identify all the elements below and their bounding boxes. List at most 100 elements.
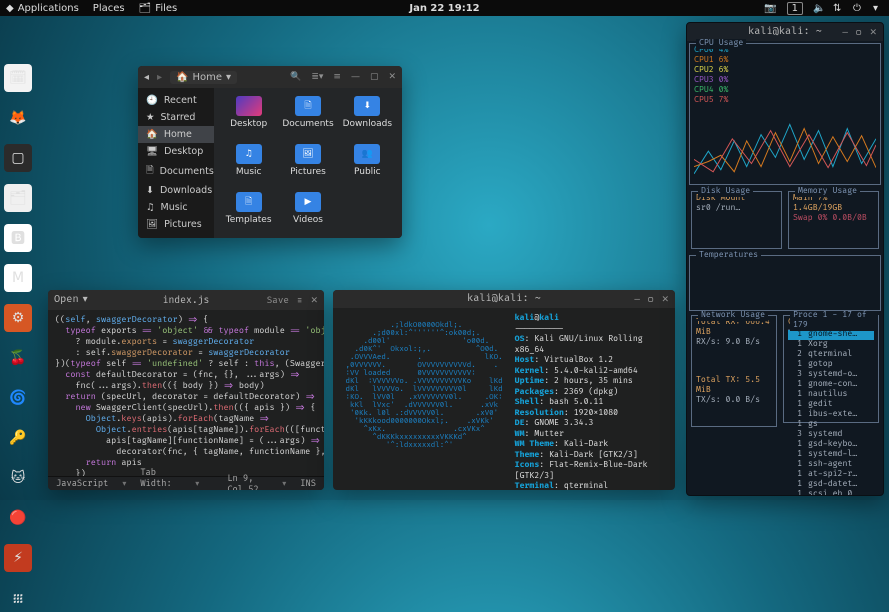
process-row[interactable]: 1gsd-keybo… <box>788 440 874 450</box>
close-icon[interactable]: ✕ <box>388 72 396 82</box>
folder-pictures[interactable]: 🖼Pictures <box>279 144 336 188</box>
terminal-titlebar[interactable]: kali@kali: ~ — ▢ ✕ <box>333 290 675 308</box>
process-row[interactable]: 1gotop <box>788 360 874 370</box>
nav-icon: ★ <box>146 112 155 123</box>
files-titlebar[interactable]: ◂ ▸ 🏠 Home ▾ 🔍 ≣▾ ≡ — ▢ ✕ <box>138 66 402 88</box>
process-row[interactable]: 1gsd-datet… <box>788 480 874 490</box>
minimize-icon[interactable]: — <box>634 294 640 305</box>
camera-icon[interactable]: 📷 <box>764 3 776 14</box>
folder-templates[interactable]: 🗎Templates <box>220 192 277 236</box>
process-row[interactable]: 1gs <box>788 420 874 430</box>
path-caret-icon[interactable]: ▾ <box>226 72 231 83</box>
sidebar-item-pictures[interactable]: 🖼Pictures <box>138 216 214 233</box>
nav-forward-icon[interactable]: ▸ <box>157 72 162 83</box>
editor-tab-title[interactable]: index.js <box>163 294 210 306</box>
folder-icon: 👥 <box>354 144 380 164</box>
sidebar-item-desktop[interactable]: 🖥Desktop <box>138 143 214 160</box>
sidebar-item-music[interactable]: ♫Music <box>138 199 214 216</box>
folder-downloads[interactable]: ⬇Downloads <box>339 96 396 140</box>
maximize-icon[interactable]: ▢ <box>370 72 379 82</box>
folder-icon: ⬇ <box>354 96 380 116</box>
process-row[interactable]: 1gedit <box>788 400 874 410</box>
menu-places[interactable]: Places <box>93 3 125 14</box>
folder-videos[interactable]: ▶Videos <box>279 192 336 236</box>
calendar-icon[interactable]: 🗓 <box>4 64 32 92</box>
editor-titlebar[interactable]: Open ▾ index.js Save ≡ ✕ <box>48 290 324 310</box>
maximize-icon[interactable]: ▢ <box>648 294 654 305</box>
menu-caret-icon[interactable]: ▾ <box>873 3 883 13</box>
files-icon[interactable]: 🗂 <box>4 184 32 212</box>
process-row[interactable]: 1nautilus <box>788 390 874 400</box>
record-icon[interactable]: 🔴 <box>4 504 32 532</box>
maximize-icon[interactable]: ▢ <box>856 27 862 38</box>
process-row[interactable]: 1Xorg <box>788 340 874 350</box>
folder-music[interactable]: ♫Music <box>220 144 277 188</box>
view-list-icon[interactable]: ≣▾ <box>311 72 323 82</box>
process-row[interactable]: 3systemd-o… <box>788 370 874 380</box>
save-button[interactable]: Save <box>267 295 289 306</box>
process-row[interactable]: 1ssh-agent <box>788 460 874 470</box>
nav-back-icon[interactable]: ◂ <box>144 72 149 83</box>
process-row[interactable]: 1gnome-con… <box>788 380 874 390</box>
open-caret-icon[interactable]: ▾ <box>83 294 88 306</box>
process-row[interactable]: 1scsi_eh_0 <box>788 490 874 496</box>
monitor-title: kali@kali: ~ <box>748 26 822 38</box>
cherry-icon[interactable]: 🍒 <box>4 344 32 372</box>
home-icon[interactable]: 🏠 <box>176 72 188 83</box>
folder-documents[interactable]: 🗎Documents <box>279 96 336 140</box>
close-icon[interactable]: ✕ <box>661 294 669 305</box>
process-row[interactable]: 3systemd <box>788 430 874 440</box>
folder-public[interactable]: 👥Public <box>339 144 396 188</box>
sidebar-item-documents[interactable]: 🗎Documents <box>138 160 214 182</box>
close-icon[interactable]: ✕ <box>310 295 318 306</box>
burpsuite-icon[interactable]: 🅱 <box>4 224 32 252</box>
network-icon[interactable]: ⇅ <box>833 3 843 13</box>
neofetch-row: WM Theme: Kali-Dark <box>515 440 675 451</box>
process-row[interactable]: 2qterminal <box>788 350 874 360</box>
close-icon[interactable]: ✕ <box>869 27 877 38</box>
process-row[interactable]: 1gnome-she… <box>788 330 874 340</box>
power-icon[interactable]: ⏻ <box>853 3 863 13</box>
process-row[interactable]: 1systemd-l… <box>788 450 874 460</box>
path-label[interactable]: Home <box>193 72 223 83</box>
flash-icon[interactable]: ⚡ <box>4 544 32 572</box>
workspace-indicator[interactable]: 1 <box>787 2 803 15</box>
clock[interactable]: Jan 22 19:12 <box>409 3 479 14</box>
editor-content[interactable]: ((self, swaggerDecorator) => { typeof ex… <box>48 310 324 476</box>
folder-icon: 🗎 <box>295 96 321 116</box>
sidebar-item-recent[interactable]: 🕘Recent <box>138 92 214 109</box>
hamburger-icon[interactable]: ≡ <box>297 295 303 306</box>
monitor-body[interactable]: CPU Usage CPU0 4%CPU1 6%CPU2 6%CPU3 0%CP… <box>687 41 883 495</box>
firefox-icon[interactable]: 🦊 <box>4 104 32 132</box>
metasploit-icon[interactable]: M <box>4 264 32 292</box>
terminal-body[interactable]: .;ldkO0000Okdl;. .;d00xl:^''''''^:ok00d;… <box>333 308 675 490</box>
sidebar-item-starred[interactable]: ★Starred <box>138 109 214 126</box>
sidebar-item-label: Downloads <box>160 185 212 196</box>
process-label: Proce 1 - 17 of 179 <box>790 311 878 331</box>
volume-icon[interactable]: 🔈 <box>813 3 823 13</box>
nav-icon: 🖼 <box>146 219 158 230</box>
status-lang[interactable]: JavaScript <box>56 478 108 489</box>
sidebar-item-downloads[interactable]: ⬇Downloads <box>138 182 214 199</box>
topbar-files[interactable]: 🗂Files <box>139 3 178 14</box>
menu-applications[interactable]: ◆Applications <box>6 3 79 14</box>
hamburger-icon[interactable]: ≡ <box>333 72 341 82</box>
search-icon[interactable]: 🔍 <box>290 72 301 82</box>
cat-icon[interactable]: 🐱 <box>4 464 32 492</box>
sidebar-item-home[interactable]: 🏠Home <box>138 126 214 143</box>
status-tabwidth[interactable]: Tab Width: 4 <box>140 467 181 490</box>
process-row[interactable]: 1at-spi2-r… <box>788 470 874 480</box>
sidebar-item-label: Documents <box>160 166 214 177</box>
settings-icon[interactable]: ⚙ <box>4 304 32 332</box>
minimize-icon[interactable]: — <box>351 72 360 82</box>
terminal-icon[interactable]: ▢ <box>4 144 32 172</box>
neofetch-row: Uptime: 2 hours, 35 mins <box>515 377 675 388</box>
process-row[interactable]: 1ibus-exte… <box>788 410 874 420</box>
open-button[interactable]: Open <box>54 294 79 306</box>
minimize-icon[interactable]: — <box>842 27 848 38</box>
apps-icon[interactable]: ᎒᎒᎒ <box>4 584 32 612</box>
files-grid[interactable]: Desktop🗎Documents⬇Downloads ♫Music🖼Pictur… <box>214 88 402 238</box>
john-icon[interactable]: 🔑 <box>4 424 32 452</box>
zap-icon[interactable]: 🌀 <box>4 384 32 412</box>
folder-desktop[interactable]: Desktop <box>220 96 277 140</box>
